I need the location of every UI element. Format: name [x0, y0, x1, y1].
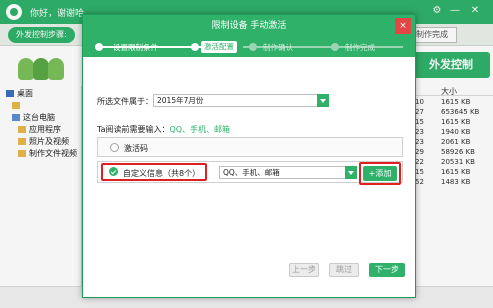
file-belongs-label: 所选文件属于：	[97, 97, 153, 106]
chevron-down-icon	[317, 94, 329, 107]
radio-custom-info[interactable]	[109, 167, 118, 176]
wizard-steps: 设置限制条件 激活配置 制作确认 制作完成	[83, 37, 415, 57]
custom-info-select[interactable]: QQ、手机、邮箱	[219, 166, 357, 179]
step-dot	[95, 43, 103, 51]
close-icon[interactable]: ×	[395, 18, 411, 34]
option-activation-code[interactable]: 激活码	[97, 137, 403, 157]
step-dot	[331, 43, 339, 51]
skip-button[interactable]: 跳过	[329, 263, 359, 277]
step-label-active: 激活配置	[201, 41, 237, 53]
custom-info-label: 自定义信息（共8个）	[123, 169, 201, 178]
step-label: 设置限制条件	[113, 43, 158, 52]
activation-code-label: 激活码	[124, 144, 148, 153]
file-belongs-select[interactable]: 2015年7月份	[153, 94, 329, 107]
step-label: 制作确认	[263, 43, 293, 52]
step-dot	[191, 43, 199, 51]
input-hint-label: Ta阅读前需要输入：QQ、手机、邮箱	[97, 125, 231, 134]
radio-activation-code[interactable]	[110, 143, 119, 152]
step-dot	[249, 43, 257, 51]
add-button[interactable]: +添加	[363, 166, 397, 181]
chevron-down-icon	[345, 166, 357, 179]
restrict-device-dialog: 限制设备 手动激活 × 设置限制条件 激活配置 制作确认 制作完成 所选文件属于…	[82, 14, 416, 298]
step-label: 制作完成	[345, 43, 375, 52]
next-button[interactable]: 下一步	[369, 263, 405, 277]
prev-button[interactable]: 上一步	[289, 263, 319, 277]
dialog-title: 限制设备 手动激活	[83, 15, 415, 37]
